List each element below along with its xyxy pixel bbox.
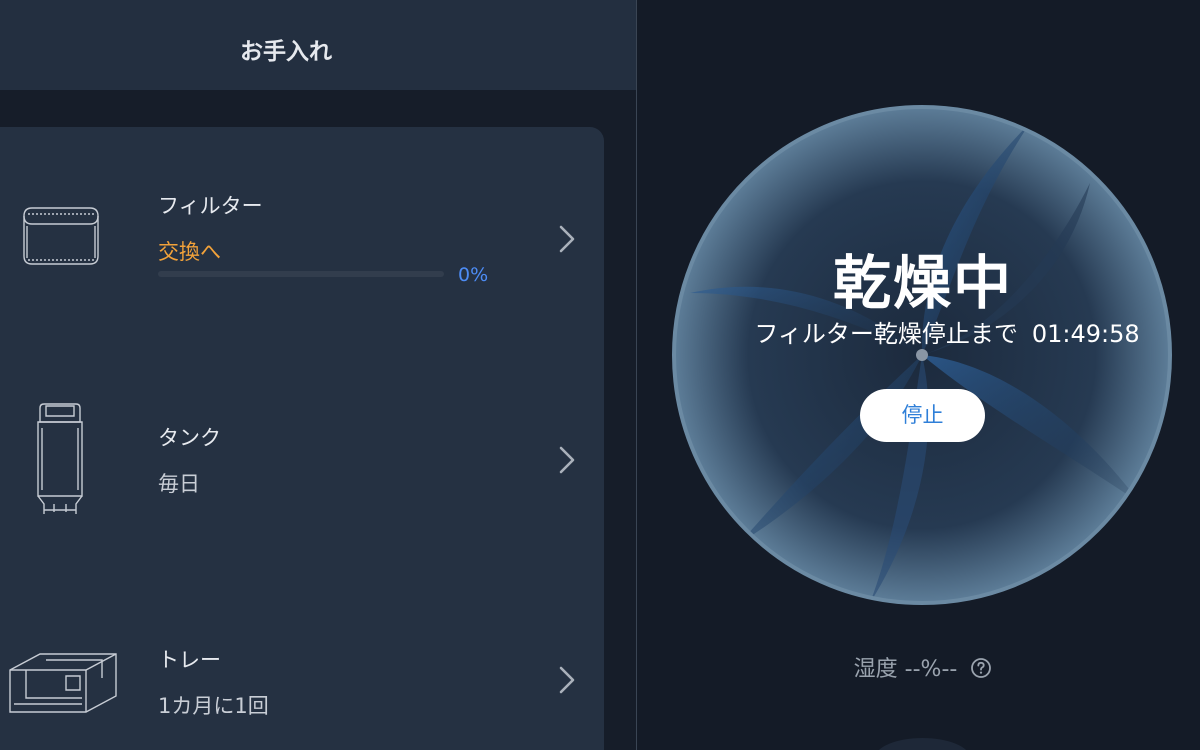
- stop-button[interactable]: 停止: [860, 389, 985, 442]
- fan-graphic: [672, 105, 1172, 605]
- drying-panel: 乾燥中 フィルター乾燥停止まで 01:49:58 停止 湿度 --%--: [637, 0, 1200, 750]
- tank-status: 毎日: [158, 472, 200, 496]
- help-icon[interactable]: [970, 657, 992, 679]
- maintenance-panel: お手入れ フィルター 交換へ 0% タンク 毎日 トレー 1カ月に1回: [0, 0, 636, 750]
- chevron-right-icon: [559, 666, 575, 694]
- humidity-readout: 湿度 --%--: [637, 651, 1200, 683]
- filter-icon: [23, 207, 99, 265]
- drying-countdown-label: フィルター乾燥停止まで: [754, 320, 1018, 348]
- filter-progress-bar: [158, 271, 444, 277]
- chevron-right-icon: [559, 225, 575, 253]
- filter-progress-label: 0%: [458, 264, 489, 286]
- list-item-tray[interactable]: トレー 1カ月に1回: [0, 580, 604, 750]
- filter-status: 交換へ: [158, 240, 221, 264]
- tank-title: タンク: [158, 426, 221, 450]
- tray-status: 1カ月に1回: [158, 694, 269, 718]
- page-title: お手入れ: [240, 39, 332, 65]
- tank-icon: [37, 403, 83, 514]
- fan-hub: [916, 349, 928, 361]
- humidity-label: 湿度: [853, 657, 898, 682]
- drying-countdown: フィルター乾燥停止まで 01:49:58: [697, 314, 1197, 349]
- list-item-tank[interactable]: タンク 毎日: [0, 360, 604, 560]
- maintenance-header: お手入れ: [0, 0, 636, 90]
- next-control-peek: [875, 738, 970, 750]
- tray-icon: [9, 653, 117, 713]
- humidity-value: --%--: [904, 657, 958, 682]
- chevron-right-icon: [559, 446, 575, 474]
- filter-title: フィルター: [158, 194, 263, 218]
- tray-title: トレー: [158, 648, 221, 672]
- app-root: お手入れ フィルター 交換へ 0% タンク 毎日 トレー 1カ月に1回 乾燥中 …: [0, 0, 1200, 750]
- drying-status-title: 乾燥中: [832, 249, 1013, 317]
- list-item-filter[interactable]: フィルター 交換へ: [0, 140, 604, 340]
- drying-countdown-time: 01:49:58: [1031, 320, 1140, 348]
